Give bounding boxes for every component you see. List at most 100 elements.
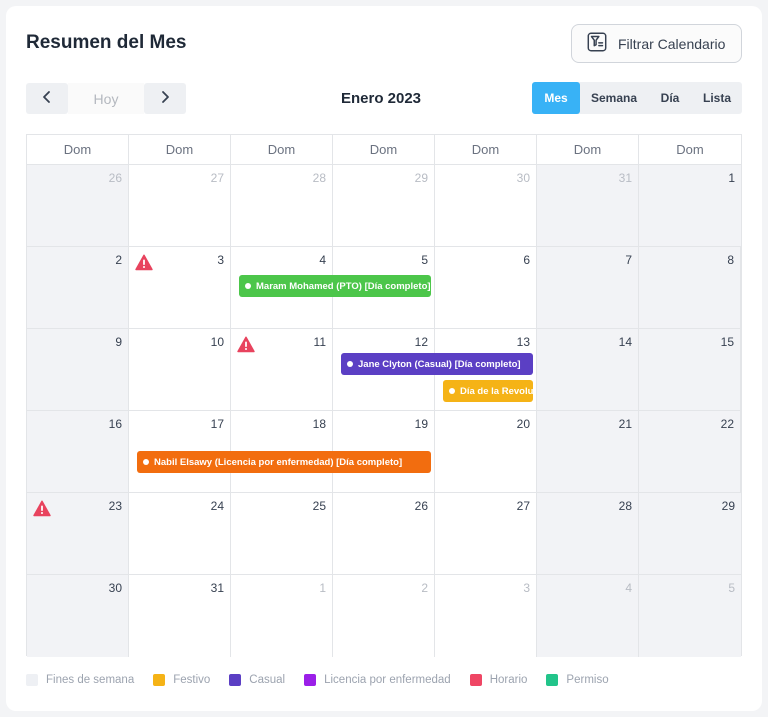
day-cell[interactable]: 23	[27, 493, 129, 574]
day-number: 4	[625, 581, 632, 595]
day-number: 4	[319, 253, 326, 267]
legend-swatch	[304, 674, 317, 686]
day-number: 28	[618, 499, 632, 513]
view-day-button[interactable]: Día	[648, 82, 692, 114]
calendar-week-row: 26 27 28 29 30 31 1	[27, 165, 741, 247]
day-cell[interactable]: 24	[129, 493, 231, 574]
day-cell[interactable]: 22	[639, 411, 741, 492]
day-number: 6	[523, 253, 530, 267]
calendar-event[interactable]: Día de la Revolución	[443, 380, 533, 402]
day-cell[interactable]: 25	[231, 493, 333, 574]
legend-item: Fines de semana	[26, 674, 134, 686]
today-button[interactable]: Hoy	[68, 83, 144, 114]
calendar-event[interactable]: Nabil Elsawy (Licencia por enfermedad) […	[137, 451, 431, 473]
day-cell[interactable]: 28	[231, 165, 333, 246]
day-cell[interactable]: 6	[435, 247, 537, 328]
day-number: 3	[217, 253, 224, 267]
day-number: 8	[727, 253, 734, 267]
page-title: Resumen del Mes	[26, 32, 187, 53]
day-number: 16	[108, 417, 122, 431]
day-number: 29	[721, 499, 735, 513]
day-cell[interactable]: 30	[435, 165, 537, 246]
day-cell[interactable]: 8	[639, 247, 741, 328]
day-cell[interactable]: 20	[435, 411, 537, 492]
warning-triangle-icon[interactable]	[237, 336, 255, 353]
next-month-button[interactable]	[144, 83, 186, 114]
legend-label: Fines de semana	[46, 674, 135, 686]
day-cell[interactable]: 3	[435, 575, 537, 657]
warning-triangle-icon[interactable]	[33, 500, 51, 517]
filter-calendar-label: Filtrar Calendario	[618, 35, 726, 52]
chevron-right-icon	[158, 88, 172, 109]
day-number: 24	[210, 499, 224, 513]
event-dot-icon	[245, 283, 251, 289]
event-dot-icon	[449, 388, 455, 394]
calendar-legend: Fines de semana Festivo Casual Licencia por…	[26, 674, 628, 686]
day-cell[interactable]: 2	[27, 247, 129, 328]
event-label: Jane Clyton (Casual) [Día completo]	[358, 358, 521, 370]
legend-item: Casual	[229, 674, 285, 686]
legend-label: Permiso	[566, 674, 609, 686]
day-number: 15	[720, 335, 734, 349]
day-number: 18	[312, 417, 326, 431]
day-cell[interactable]: 31	[537, 165, 639, 246]
calendar-week-row: 9 10 11 12 13 14 15 Jane Clyton (Casual) [Día c…	[27, 329, 741, 411]
day-cell[interactable]: 27	[435, 493, 537, 574]
day-cell[interactable]: 28	[537, 493, 639, 574]
filter-calendar-button[interactable]: Filtrar Calendario	[571, 24, 742, 63]
day-cell[interactable]: 29	[639, 493, 741, 574]
warning-triangle-icon[interactable]	[135, 254, 153, 271]
day-number: 2	[421, 581, 428, 595]
day-cell[interactable]: 7	[537, 247, 639, 328]
legend-label: Festivo	[173, 674, 211, 686]
day-number: 31	[210, 581, 224, 595]
day-cell[interactable]: 26	[333, 493, 435, 574]
day-number: 12	[414, 335, 428, 349]
day-cell[interactable]: 30	[27, 575, 129, 657]
day-number: 1	[728, 171, 735, 185]
calendar-event[interactable]: Jane Clyton (Casual) [Día completo]	[341, 353, 533, 375]
day-cell[interactable]: 1	[639, 165, 741, 246]
calendar-week-row: 23 24 25 26 27 28 29	[27, 493, 741, 575]
view-list-button[interactable]: Lista	[692, 82, 742, 114]
legend-label: Casual	[249, 674, 286, 686]
day-number: 5	[728, 581, 735, 595]
day-cell[interactable]: 14	[537, 329, 639, 410]
day-cell[interactable]: 31	[129, 575, 231, 657]
month-summary-card: Resumen del Mes Filtrar Calendario Hoy E…	[6, 6, 762, 711]
day-cell[interactable]: 9	[27, 329, 129, 410]
calendar-week-row: 16 17 18 19 20 21 22 Nabil Elsawy (Licencia por…	[27, 411, 741, 493]
day-cell[interactable]: 26	[27, 165, 129, 246]
day-cell[interactable]: 1	[231, 575, 333, 657]
day-cell[interactable]: 4	[537, 575, 639, 657]
view-week-button[interactable]: Semana	[580, 82, 648, 114]
day-cell[interactable]: 3	[129, 247, 231, 328]
day-cell[interactable]: 2	[333, 575, 435, 657]
day-number: 1	[319, 581, 326, 595]
legend-item: Festivo	[153, 674, 210, 686]
legend-swatch	[229, 674, 242, 686]
day-cell[interactable]: 15	[639, 329, 741, 410]
day-number: 29	[414, 171, 428, 185]
day-number: 30	[516, 171, 530, 185]
day-number: 14	[618, 335, 632, 349]
calendar-week-row: 2 3 4 5 6 7 8 Maram Mohamed (PTO) [Día completo…	[27, 247, 741, 329]
day-cell[interactable]: 5	[639, 575, 741, 657]
day-cell[interactable]: 16	[27, 411, 129, 492]
view-month-button[interactable]: Mes	[532, 82, 580, 114]
filter-calendar-icon	[586, 31, 608, 56]
day-cell[interactable]: 21	[537, 411, 639, 492]
prev-month-button[interactable]	[26, 83, 68, 114]
day-cell[interactable]: 29	[333, 165, 435, 246]
day-cell[interactable]: 27	[129, 165, 231, 246]
day-number: 26	[414, 499, 428, 513]
day-number: 17	[210, 417, 224, 431]
weekday-header: Dom	[231, 135, 333, 164]
day-cell[interactable]: 11	[231, 329, 333, 410]
weekday-header: Dom	[333, 135, 435, 164]
day-cell[interactable]: 10	[129, 329, 231, 410]
weekday-header: Dom	[537, 135, 639, 164]
calendar-event[interactable]: Maram Mohamed (PTO) [Día completo]	[239, 275, 431, 297]
weekday-header: Dom	[676, 142, 704, 157]
weekday-header: Dom	[129, 135, 231, 164]
